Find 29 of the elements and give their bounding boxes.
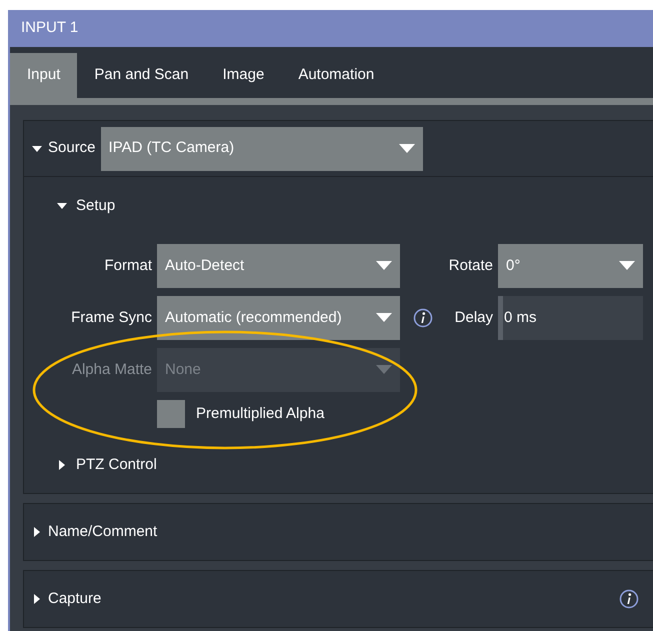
dropdown[interactable]: 0° [498, 244, 643, 288]
field-label: Rotate [448, 256, 494, 276]
field-label: Alpha Matte [70, 360, 153, 380]
info-icon[interactable] [413, 308, 433, 328]
tab[interactable]: Automation [281, 53, 392, 98]
dropdown[interactable]: Auto-Detect [157, 244, 400, 288]
group-title: PTZ Control [76, 454, 157, 475]
dropdown[interactable]: IPAD (TC Camera) [100, 126, 423, 170]
dropdown[interactable]: Automatic (recommended) [157, 296, 400, 340]
checkbox-label: Premultiplied Alpha [196, 404, 324, 424]
dropdown-arrow-icon [376, 365, 392, 375]
field-label: Frame Sync [70, 308, 153, 328]
section-title: Source [48, 138, 96, 158]
checkbox[interactable] [157, 400, 185, 428]
info-icon[interactable] [619, 589, 639, 609]
text-field[interactable]: 0 ms [498, 296, 643, 340]
dropdown-arrow-icon [376, 261, 392, 271]
group-title: Setup [76, 196, 116, 216]
section-title: Name/Comment [48, 522, 158, 542]
tab[interactable]: Input [10, 53, 78, 98]
field-label: Delay [454, 308, 494, 328]
tab[interactable]: Image [206, 53, 282, 98]
dropdown-arrow-icon [619, 261, 635, 271]
section-title: Capture [48, 588, 102, 609]
dropdown-arrow-icon [376, 313, 392, 323]
dropdown-arrow-icon [398, 144, 415, 154]
window-title: INPUT 1 [21, 18, 78, 38]
tab[interactable]: Pan and Scan [77, 53, 206, 98]
field-label: Format [103, 256, 153, 276]
